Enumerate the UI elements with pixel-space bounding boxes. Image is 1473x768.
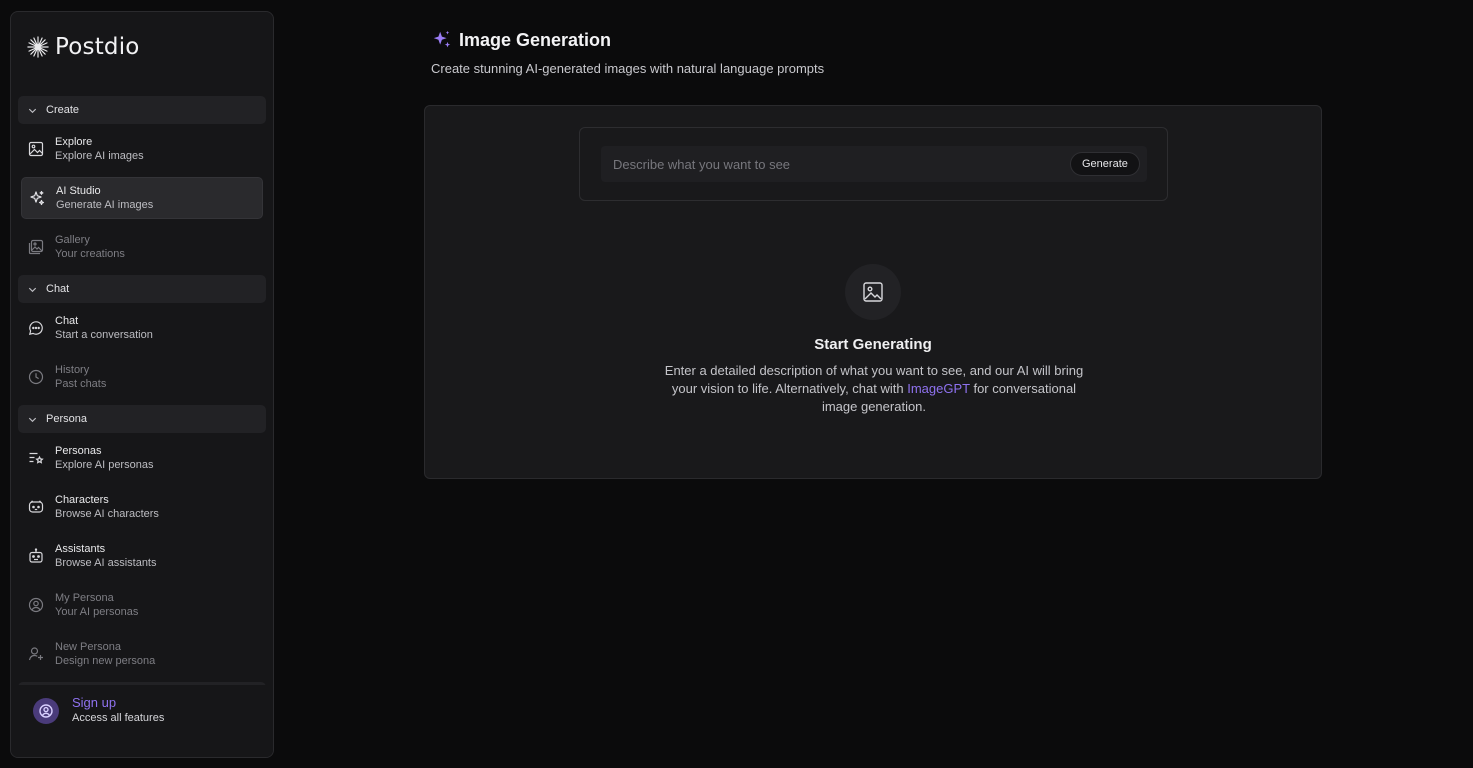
sidebar-item-subtitle: Your creations: [55, 248, 125, 260]
page-title-text: Image Generation: [459, 29, 612, 50]
starburst-logo-icon: [27, 36, 49, 58]
sidebar-item-title: New Persona: [55, 641, 122, 653]
sidebar-item-title: Gallery: [55, 234, 90, 246]
avatar: [33, 697, 59, 724]
sidebar-item-subtitle: Explore AI personas: [55, 459, 154, 471]
chevron-down-icon: [28, 287, 37, 292]
section-header-label: Create: [46, 104, 80, 116]
signup-title: Sign up: [72, 695, 117, 710]
section-header-label: Chat: [46, 283, 70, 295]
chat-bubble-icon: [28, 321, 43, 336]
sidebar-item-subtitle: Past chats: [55, 378, 107, 390]
sidebar-item-subtitle: Start a conversation: [55, 329, 153, 341]
page-title: Image Generation: [431, 29, 611, 51]
page-subtitle: Create stunning AI-generated images with…: [431, 61, 825, 76]
sidebar: Postdio Create Explore Explore AI images…: [10, 11, 274, 758]
prompt-container: Generate: [579, 127, 1168, 201]
sidebar-item-history[interactable]: History Past chats: [21, 356, 263, 398]
sidebar-item-subtitle: Your AI personas: [55, 606, 139, 618]
sidebar-item-subtitle: Explore AI images: [55, 150, 144, 162]
empty-state-icon-wrap: [845, 264, 901, 320]
prompt-input[interactable]: [601, 146, 1147, 182]
sidebar-item-title: Characters: [55, 494, 109, 506]
sidebar-item-title: Explore: [55, 136, 93, 148]
section-header-create[interactable]: Create: [18, 96, 266, 124]
sidebar-item-title: Assistants: [55, 543, 106, 555]
brand-name: Postdio: [55, 34, 140, 60]
cat-face-icon: [28, 500, 44, 513]
sidebar-item-title: Personas: [55, 445, 102, 457]
generation-panel: Generate Start Generating Enter a detail…: [424, 105, 1322, 479]
robot-icon: [29, 548, 43, 563]
sidebar-item-title: My Persona: [55, 592, 114, 604]
sidebar-item-title: History: [55, 364, 90, 376]
chevron-down-icon: [28, 417, 37, 422]
generate-button[interactable]: Generate: [1070, 152, 1140, 176]
sidebar-item-explore[interactable]: Explore Explore AI images: [21, 128, 263, 170]
sidebar-item-subtitle: Browse AI characters: [55, 508, 159, 520]
section-header-label: Persona: [46, 413, 87, 425]
sidebar-item-my-persona[interactable]: My Persona Your AI personas: [21, 584, 263, 626]
sidebar-item-characters[interactable]: Characters Browse AI characters: [21, 486, 263, 528]
sidebar-item-subtitle: Generate AI images: [56, 199, 154, 211]
user-plus-icon: [28, 647, 43, 661]
user-circle-icon: [28, 597, 44, 613]
gallery-icon: [28, 239, 44, 255]
sidebar-footer: Sign up Access all features: [11, 685, 273, 757]
chevron-down-icon: [28, 108, 37, 113]
sidebar-item-assistants[interactable]: Assistants Browse AI assistants: [21, 535, 263, 577]
sidebar-item-gallery[interactable]: Gallery Your creations: [21, 226, 263, 268]
sidebar-item-personas[interactable]: Personas Explore AI personas: [21, 437, 263, 479]
image-icon: [28, 141, 44, 157]
sparkles-icon: [30, 190, 45, 206]
imagegpt-link[interactable]: ImageGPT: [907, 381, 970, 396]
sidebar-item-title: AI Studio: [56, 185, 101, 197]
sidebar-nav: Create Explore Explore AI images AI Stud…: [18, 96, 266, 696]
user-circle-icon: [39, 703, 53, 718]
sidebar-item-chat[interactable]: Chat Start a conversation: [21, 307, 263, 349]
section-header-persona[interactable]: Persona: [18, 405, 266, 433]
clock-icon: [28, 369, 44, 385]
empty-state-title: Start Generating: [814, 336, 932, 353]
empty-state-description: Enter a detailed description of what you…: [655, 362, 1093, 416]
signup-subtitle: Access all features: [72, 712, 165, 724]
sidebar-item-subtitle: Design new persona: [55, 655, 156, 667]
sidebar-item-subtitle: Browse AI assistants: [55, 557, 157, 569]
sparkles-icon: [433, 30, 451, 48]
signup-button[interactable]: Sign up Access all features: [33, 695, 164, 726]
list-star-icon: [29, 452, 44, 464]
section-header-chat[interactable]: Chat: [18, 275, 266, 303]
sidebar-item-ai-studio[interactable]: AI Studio Generate AI images: [21, 177, 263, 219]
brand-logo[interactable]: Postdio: [27, 34, 140, 60]
image-icon: [863, 282, 883, 302]
sidebar-item-title: Chat: [55, 315, 79, 327]
sidebar-item-new-persona[interactable]: New Persona Design new persona: [21, 633, 263, 675]
